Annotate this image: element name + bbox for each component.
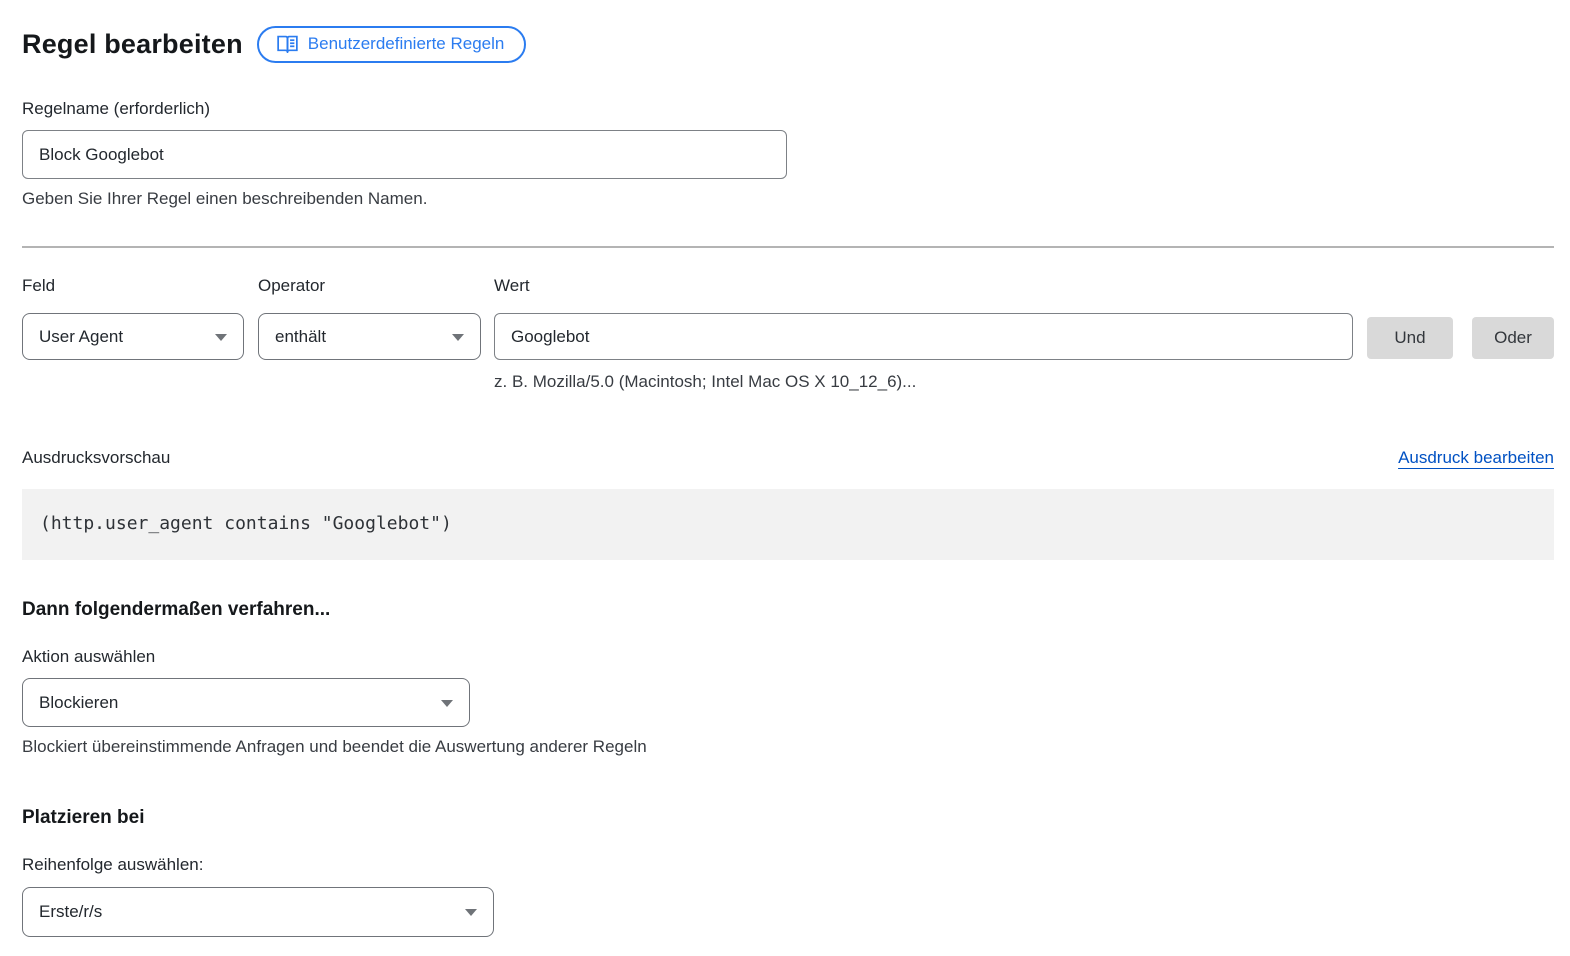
value-example-text: z. B. Mozilla/5.0 (Macintosh; Intel Mac … [494, 372, 1353, 392]
rule-edit-page: Regel bearbeiten Benutzerdefinierte Rege… [0, 0, 1570, 937]
value-label: Wert [494, 276, 1353, 313]
caret-down-icon [441, 700, 453, 707]
value-input[interactable] [494, 313, 1353, 360]
caret-down-icon [465, 909, 477, 916]
operator-select-value: enthält [275, 327, 326, 347]
page-title: Regel bearbeiten [22, 29, 243, 60]
page-header: Regel bearbeiten Benutzerdefinierte Rege… [22, 26, 1554, 63]
section-divider [22, 246, 1554, 248]
order-select-value: Erste/r/s [39, 902, 102, 922]
rule-name-input[interactable] [22, 130, 787, 179]
custom-rules-badge-label: Benutzerdefinierte Regeln [308, 34, 505, 54]
expression-preview-label: Ausdrucksvorschau [22, 448, 170, 468]
and-button[interactable]: Und [1367, 317, 1453, 359]
operator-select[interactable]: enthält [258, 313, 481, 360]
action-section-heading: Dann folgendermaßen verfahren... [22, 599, 1554, 621]
condition-row: Feld User Agent Operator enthält Wert z.… [22, 276, 1554, 392]
field-select-value: User Agent [39, 327, 123, 347]
operator-label: Operator [258, 276, 481, 313]
open-book-icon [277, 35, 298, 53]
field-column: Feld User Agent [22, 276, 244, 360]
order-select-label: Reihenfolge auswählen: [22, 855, 1554, 875]
placement-section-heading: Platzieren bei [22, 807, 1554, 829]
custom-rules-badge-button[interactable]: Benutzerdefinierte Regeln [257, 26, 527, 63]
logic-buttons: Und Oder [1367, 315, 1554, 359]
field-label: Feld [22, 276, 244, 313]
expression-code-block: (http.user_agent contains "Googlebot") [22, 489, 1554, 560]
action-select-value: Blockieren [39, 693, 118, 713]
edit-expression-link[interactable]: Ausdruck bearbeiten [1398, 448, 1554, 468]
caret-down-icon [215, 334, 227, 341]
rule-name-label: Regelname (erforderlich) [22, 99, 1554, 119]
action-select[interactable]: Blockieren [22, 678, 470, 727]
caret-down-icon [452, 334, 464, 341]
or-button[interactable]: Oder [1472, 317, 1554, 359]
field-select[interactable]: User Agent [22, 313, 244, 360]
order-select[interactable]: Erste/r/s [22, 887, 494, 937]
rule-name-help: Geben Sie Ihrer Regel einen beschreibend… [22, 189, 1554, 209]
expression-preview-header: Ausdrucksvorschau Ausdruck bearbeiten [22, 448, 1554, 468]
action-help-text: Blockiert übereinstimmende Anfragen und … [22, 737, 1554, 757]
value-column: Wert z. B. Mozilla/5.0 (Macintosh; Intel… [494, 276, 1353, 392]
operator-column: Operator enthält [258, 276, 481, 360]
action-select-label: Aktion auswählen [22, 647, 1554, 667]
